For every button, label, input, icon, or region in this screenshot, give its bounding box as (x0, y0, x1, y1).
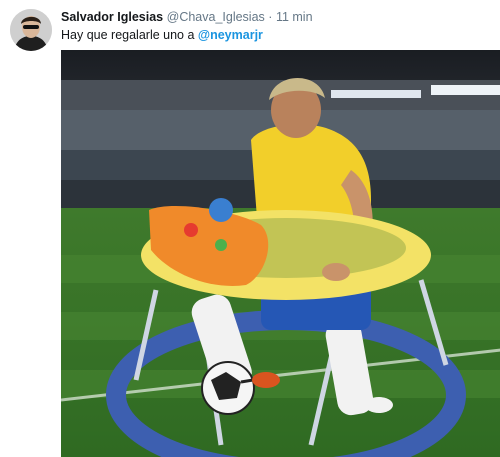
separator-dot: · (268, 10, 273, 24)
author-name[interactable]: Salvador Iglesias (61, 10, 163, 24)
photo-meme-player-in-baby-walker-icon (61, 50, 500, 457)
tweet-text: Hay que regalarle uno a @neymarjr (61, 27, 492, 43)
tweet-text-body: Hay que regalarle uno a (61, 28, 198, 42)
tweet-media-photo[interactable] (61, 50, 500, 457)
tweet[interactable]: Salvador Iglesias @Chava_Iglesias · 11 m… (0, 0, 500, 457)
mention-link[interactable]: @neymarjr (198, 28, 263, 42)
user-avatar[interactable] (10, 9, 52, 51)
author-handle[interactable]: @Chava_Iglesias (167, 10, 265, 24)
tweet-header: Salvador Iglesias @Chava_Iglesias · 11 m… (61, 9, 492, 25)
avatar-portrait-icon (10, 9, 52, 51)
tweet-timestamp[interactable]: 11 min (276, 10, 313, 24)
